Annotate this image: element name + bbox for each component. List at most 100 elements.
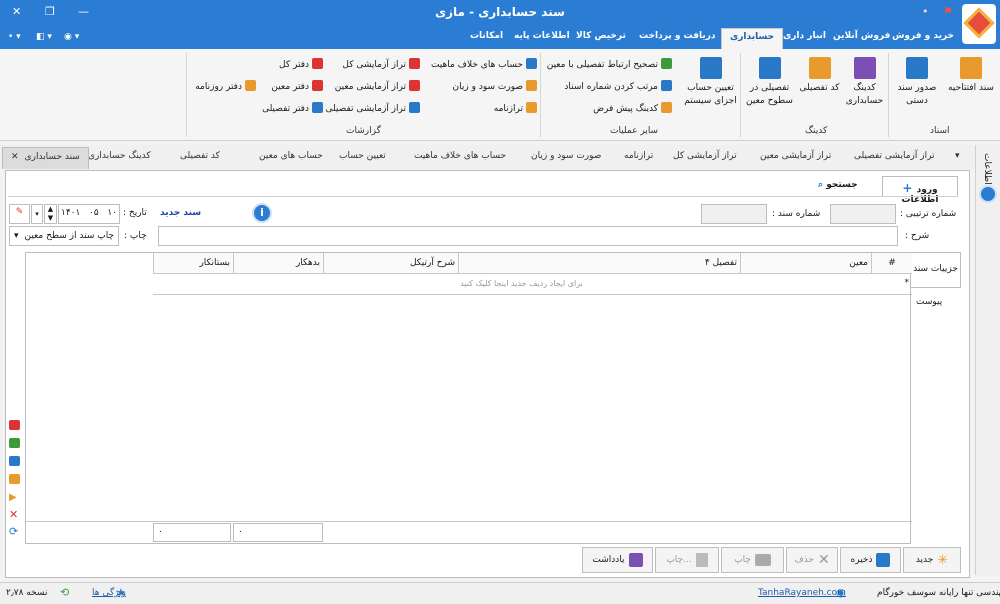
tab-accounting-doc[interactable]: ✕ سند حسابداری (2, 147, 89, 169)
new-button[interactable]: جدید ✳ (903, 547, 961, 573)
eraser-icon[interactable]: ✎ (9, 204, 30, 224)
trial-total-button[interactable]: تراز آزمایشی کل (342, 58, 420, 70)
journal-button[interactable]: دفتر روزنامه (195, 80, 256, 92)
detail-code-button[interactable]: کد تفصیلی (797, 57, 842, 95)
col-header-tafsil[interactable]: تفصیل ۴ (458, 253, 740, 274)
tab-trial-detail[interactable]: تراز آزمایشی تفصیلی (854, 151, 935, 161)
tab-detail-code[interactable]: کد تفصیلی (180, 151, 220, 161)
trial-moin-button[interactable]: تراز آزمایشی معین (335, 80, 420, 92)
ledger-total-button[interactable]: دفتر کل (279, 58, 323, 70)
plus-icon: + (902, 181, 917, 195)
tab-data-entry[interactable]: + ورود اطلاعات (882, 176, 958, 205)
date-label: تاریخ : (123, 208, 147, 218)
manual-doc-button[interactable]: صدور سند دستی (892, 57, 942, 108)
tab-profit-loss[interactable]: صورت سود و زیان (531, 151, 601, 161)
minimize-icon[interactable]: — (78, 5, 89, 18)
coding-icon (661, 102, 672, 113)
default-coding-button[interactable]: کدینگ پیش فرض (593, 102, 672, 114)
website-link[interactable]: TanhaRayaneh.com (758, 588, 846, 598)
menu-clearance[interactable]: ترخیص کالا (576, 31, 626, 41)
date-field[interactable]: ۱۴۰۱ ۰۵ ۱۰ (58, 204, 120, 224)
menu-payments[interactable]: دریافت و پرداخت (639, 31, 716, 41)
col-header-credit[interactable]: بستانکار (153, 253, 233, 274)
tab-balance[interactable]: ترازنامه (624, 151, 653, 161)
menu-sales[interactable]: خرید و فروش (892, 31, 954, 41)
refresh-icon[interactable]: ⟳ (9, 525, 18, 538)
ledger-detail-button[interactable]: دفتر تفصیلی (262, 102, 323, 114)
delete-row-icon[interactable]: ✕ (9, 508, 18, 521)
col-header-moin[interactable]: معین (740, 253, 871, 274)
menu-bar: • ▾ ◧ ▾ ◉ ▾ خرید و فروش فروش آنلاین انبا… (0, 27, 1000, 49)
tab-attachment[interactable]: پیوست (916, 297, 942, 307)
print-button[interactable]: چاپ (721, 547, 784, 573)
refresh-status-icon[interactable]: ⟲ (60, 586, 69, 599)
new-row-marker-icon: * (904, 278, 910, 288)
new-doc-label: سند جدید (160, 208, 202, 218)
date-spinner[interactable]: ▲ ▼ (44, 204, 57, 224)
features-link[interactable]: ویژگی ها (92, 588, 126, 598)
balance-icon (526, 102, 537, 113)
tab-wrong-nature[interactable]: حساب های خلاف ماهیت (414, 151, 506, 161)
description-field[interactable] (158, 226, 898, 246)
eye-icon[interactable]: ◉ ▾ (64, 32, 79, 42)
tab-set-account[interactable]: تعیین حساب (339, 151, 386, 161)
tab-search[interactable]: ⌕ جستجو (818, 180, 858, 190)
print-options-button[interactable]: چاپ... (655, 547, 719, 573)
date-dropdown-icon[interactable]: ▾ (31, 204, 43, 224)
flag-icon[interactable]: ⚑ (943, 5, 953, 18)
set-system-acc-button[interactable]: تعیین حساب اجزای سیستم (683, 57, 738, 108)
side-panel-label[interactable]: اطلاعات (982, 153, 992, 185)
print-label: چاپ : (124, 231, 147, 241)
open-doc-button[interactable]: سند افتتاحیه (946, 57, 996, 95)
ledger-moin-button[interactable]: دفتر معین (271, 80, 323, 92)
col-header-article-desc[interactable]: شرح آرتیکل (323, 253, 458, 274)
info-icon[interactable]: i (252, 203, 272, 223)
close-icon[interactable]: ✕ (12, 5, 21, 18)
pdf-icon[interactable] (9, 420, 20, 430)
note-button[interactable]: یادداشت (582, 547, 653, 573)
new-row[interactable]: برای ایجاد ردیف جدید اینجا کلیک کنید * (153, 274, 912, 295)
wrong-nature-button[interactable]: حساب های خلاف ماهیت (431, 58, 537, 70)
dropdown-icon[interactable]: • ▾ (8, 32, 21, 42)
copy-icon[interactable] (9, 474, 20, 484)
sort-numbers-button[interactable]: مرتب کردن شماره اسناد (564, 80, 672, 92)
coding-acc-button[interactable]: کدینگ حسابداری (842, 57, 887, 108)
trial-detail-button[interactable]: تراز آزمایشی تفصیلی (325, 102, 420, 114)
save-button[interactable]: ذخیره (840, 547, 901, 573)
tab-trial-moin[interactable]: تراز آزمایشی معین (760, 151, 831, 161)
link-icon (661, 58, 672, 69)
doc-items-grid[interactable]: # معین تفصیل ۴ شرح آرتیکل بدهکار بستانکا… (25, 252, 912, 544)
print-option-select[interactable]: چاپ سند از سطح معین ▾ (9, 226, 119, 246)
search-icon: ⌕ (818, 180, 827, 190)
serial-label: شماره ترتیبی : (900, 209, 957, 219)
tab-trial-total[interactable]: تراز آزمایشی کل (673, 151, 737, 161)
detail-levels-button[interactable]: تفصیلی در سطوح معین (742, 57, 797, 108)
scale-icon (409, 80, 420, 91)
menu-inventory[interactable]: انبار داری (783, 31, 826, 41)
balance-sheet-button[interactable]: ترازنامه (494, 102, 537, 114)
col-header-debit[interactable]: بدهکار (233, 253, 323, 274)
info-panel-icon[interactable] (979, 185, 997, 203)
print-grid-icon[interactable] (9, 456, 20, 466)
tabs-dropdown-icon[interactable]: ▾ (955, 151, 960, 161)
fix-link-button[interactable]: تصحیح ارتباط تفصیلی با معین (547, 58, 672, 70)
book-icon (312, 102, 323, 113)
excel-icon[interactable] (9, 438, 20, 448)
text-tool-icon (699, 57, 722, 79)
restore-icon[interactable]: ❐ (45, 5, 55, 18)
profit-loss-button[interactable]: صورت سود و زیان (453, 80, 537, 92)
menu-facilities[interactable]: امکانات (470, 31, 503, 41)
save-icon (876, 553, 891, 567)
tab-doc-details[interactable]: جزییات سند (911, 252, 961, 288)
menu-accounting[interactable]: حسابداری (721, 28, 784, 49)
menu-base-info[interactable]: اطلاعات پایه (514, 31, 570, 41)
col-header-index[interactable]: # (871, 253, 912, 274)
play-icon[interactable]: ▶ (9, 492, 20, 503)
tab-close-icon[interactable]: ✕ (11, 152, 19, 162)
tab-coding-acc[interactable]: کدینگ حسابداری (88, 151, 151, 161)
delete-button[interactable]: حذف ✕ (786, 547, 838, 573)
status-bar: شرکت مهندسی تنها رایانه سوسف خورگام ◉ Ta… (0, 582, 1000, 604)
menu-online-sales[interactable]: فروش آنلاین (833, 31, 890, 41)
view-icon[interactable]: ◧ ▾ (36, 32, 52, 42)
tab-moin-accounts[interactable]: حساب های معین (259, 151, 323, 161)
